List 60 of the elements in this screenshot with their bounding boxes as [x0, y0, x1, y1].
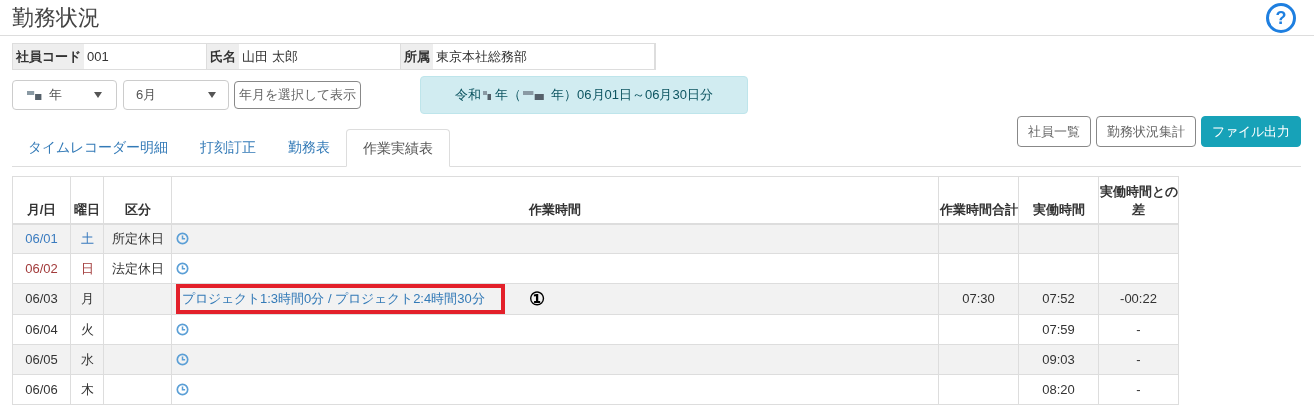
column-header: 作業時間合計	[939, 201, 1018, 217]
weekday-text: 木	[80, 381, 94, 397]
action-button[interactable]: 勤務状況集計	[1096, 116, 1196, 147]
clock-icon[interactable]	[176, 383, 189, 396]
category-text: 所定休日	[111, 230, 164, 246]
field-label: 社員コード	[13, 44, 84, 69]
work-time-link[interactable]: プロジェクト1:3時間0分 / プロジェクト2:4時間30分	[176, 284, 505, 314]
year-select[interactable]: 年	[12, 80, 117, 110]
period-text: 令和	[455, 86, 482, 105]
weekday-text: 土	[80, 230, 94, 246]
tab[interactable]: 勤務表	[272, 128, 346, 166]
weekday-text: 火	[80, 321, 94, 337]
help-button[interactable]: ?	[1266, 2, 1296, 33]
field-label: 所属	[401, 44, 433, 69]
column-header: 区分	[124, 201, 151, 217]
diff-text: -	[1136, 381, 1141, 397]
column-header: 実働時間	[1032, 201, 1085, 217]
redaction-icon	[483, 89, 494, 101]
actual-text: 09:03	[1042, 351, 1075, 367]
caret-icon	[208, 92, 216, 98]
date-text: 06/02	[25, 260, 58, 276]
month-select[interactable]: 6月	[123, 80, 229, 110]
weekday-text: 日	[80, 260, 94, 276]
tab[interactable]: 作業実績表	[346, 129, 450, 167]
date-text: 06/05	[25, 351, 58, 367]
action-button[interactable]: 社員一覧	[1017, 116, 1091, 147]
diff-text: -00:22	[1120, 291, 1157, 306]
actual-text: 08:20	[1042, 381, 1075, 397]
column-header: 曜日	[74, 201, 100, 217]
field-label: 氏名	[207, 44, 239, 69]
year-text: 年	[49, 86, 62, 105]
clock-icon[interactable]	[176, 353, 189, 366]
column-header: 実働時間との差	[1099, 183, 1178, 217]
clock-icon[interactable]	[176, 262, 189, 275]
column-header: 月/日	[26, 201, 57, 217]
actual-text: 07:59	[1042, 321, 1075, 337]
diff-text: -	[1136, 321, 1141, 337]
page-title: 勤務状況	[12, 4, 100, 32]
category-text: 法定休日	[111, 260, 164, 276]
tab[interactable]: 打刻訂正	[184, 128, 272, 166]
date-text: 06/03	[25, 291, 58, 306]
weekday-text: 月	[80, 291, 94, 306]
weekday-text: 水	[80, 351, 94, 367]
actual-text: 07:52	[1042, 291, 1075, 306]
caret-icon	[94, 92, 102, 98]
annotation-mark: ①	[528, 291, 545, 307]
date-text: 06/06	[25, 381, 58, 397]
date-text: 06/01	[25, 230, 58, 246]
tab[interactable]: タイムレコーダー明細	[12, 128, 184, 166]
month-text: 6月	[136, 86, 157, 105]
diff-text: -	[1136, 351, 1141, 367]
clock-icon[interactable]	[176, 232, 189, 246]
show-button[interactable]: 年月を選択して表示	[234, 81, 361, 109]
period-text: 年）06月01日～06月30日分	[551, 86, 713, 105]
field-value: 東京本社総務部	[433, 44, 655, 69]
date-text: 06/04	[25, 321, 58, 337]
period-text: 年（	[495, 86, 522, 105]
clock-icon[interactable]	[176, 323, 189, 336]
total-text: 07:30	[962, 291, 995, 306]
column-header: 作業時間	[529, 201, 581, 217]
